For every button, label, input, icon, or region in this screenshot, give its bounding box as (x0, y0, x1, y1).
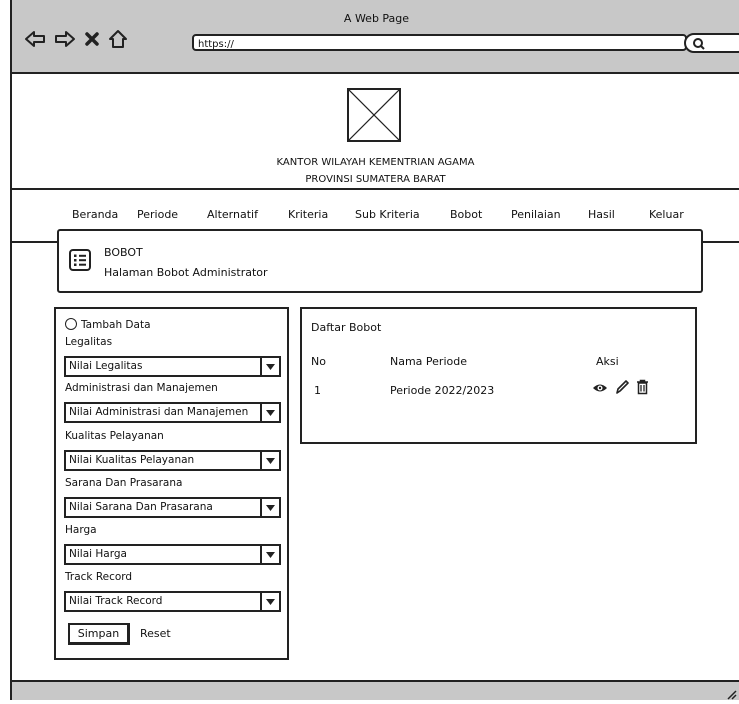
menu-divider-right (703, 241, 739, 243)
search-box[interactable] (684, 33, 739, 53)
chevron-down-icon[interactable] (260, 358, 279, 375)
home-icon[interactable] (108, 29, 128, 49)
header-divider (12, 188, 739, 190)
close-icon[interactable] (84, 31, 100, 47)
office-name-line2: PROVINSI SUMATERA BARAT (305, 174, 446, 185)
page-subtitle: Halaman Bobot Administrator (104, 266, 268, 279)
row-no: 1 (314, 384, 321, 397)
select-legalitas[interactable]: Nilai Legalitas (64, 356, 281, 377)
chevron-down-icon[interactable] (260, 593, 279, 610)
site-header: KANTOR WILAYAH KEMENTRIAN AGAMA PROVINSI… (12, 76, 739, 188)
select-value: Nilai Track Record (69, 595, 163, 607)
office-name-line1: KANTOR WILAYAH KEMENTRIAN AGAMA (276, 157, 475, 168)
select-kualitas-pelayanan[interactable]: Nilai Kualitas Pelayanan (64, 450, 281, 471)
bobot-table: Daftar Bobot No Nama Periode Aksi 1 Peri… (300, 307, 697, 444)
chevron-down-icon[interactable] (260, 499, 279, 516)
select-administrasi[interactable]: Nilai Administrasi dan Manajemen (64, 402, 281, 423)
resize-grip-icon[interactable] (725, 685, 737, 704)
page-title: BOBOT (104, 246, 143, 259)
field-label-administrasi: Administrasi dan Manajemen (65, 382, 218, 394)
field-label-kualitas-pelayanan: Kualitas Pelayanan (65, 430, 164, 442)
delete-icon[interactable] (636, 379, 649, 398)
menu-item-alternatif[interactable]: Alternatif (207, 208, 258, 221)
table-title: Daftar Bobot (311, 321, 382, 334)
add-data-label: Tambah Data (81, 319, 151, 331)
save-button[interactable]: Simpan (68, 623, 130, 645)
bobot-form: Tambah Data Legalitas Nilai Legalitas Ad… (54, 307, 289, 660)
edit-icon[interactable] (615, 379, 629, 398)
radio-icon[interactable] (65, 318, 77, 330)
column-header-aksi: Aksi (596, 355, 619, 368)
search-icon (693, 38, 705, 50)
select-track-record[interactable]: Nilai Track Record (64, 591, 281, 612)
select-harga[interactable]: Nilai Harga (64, 544, 281, 565)
add-data-option[interactable]: Tambah Data (65, 318, 151, 331)
logo-placeholder-image (347, 88, 401, 142)
select-value: Nilai Harga (69, 548, 127, 560)
column-header-no: No (311, 355, 326, 368)
list-icon (69, 249, 91, 275)
menu-item-bobot[interactable]: Bobot (450, 208, 482, 221)
chevron-down-icon[interactable] (260, 546, 279, 563)
column-header-nama-periode: Nama Periode (390, 355, 467, 368)
menu-item-keluar[interactable]: Keluar (649, 208, 684, 221)
row-periode: Periode 2022/2023 (390, 384, 495, 397)
select-sarana[interactable]: Nilai Sarana Dan Prasarana (64, 497, 281, 518)
select-value: Nilai Kualitas Pelayanan (69, 454, 195, 466)
field-label-legalitas: Legalitas (65, 336, 113, 348)
field-label-sarana: Sarana Dan Prasarana (65, 477, 183, 489)
field-label-harga: Harga (65, 524, 97, 536)
office-name: KANTOR WILAYAH KEMENTRIAN AGAMA PROVINSI… (12, 154, 739, 188)
select-value: Nilai Legalitas (69, 360, 143, 372)
menu-item-kriteria[interactable]: Kriteria (288, 208, 328, 221)
page-heading-box: BOBOT Halaman Bobot Administrator (57, 229, 703, 293)
select-value: Nilai Administrasi dan Manajemen (69, 406, 249, 418)
browser-toolbar: A Web Page https:// (10, 0, 739, 74)
menu-item-periode[interactable]: Periode (137, 208, 178, 221)
url-bar[interactable]: https:// (192, 34, 687, 51)
menu-item-penilaian[interactable]: Penilaian (511, 208, 561, 221)
view-icon[interactable] (592, 381, 608, 398)
menu-divider-left (12, 241, 57, 243)
browser-status-bar (10, 680, 739, 700)
menu-item-hasil[interactable]: Hasil (588, 208, 615, 221)
back-icon[interactable] (24, 30, 46, 48)
forward-icon[interactable] (54, 30, 76, 48)
menu-item-beranda[interactable]: Beranda (72, 208, 118, 221)
field-label-track-record: Track Record (65, 571, 133, 583)
menu-item-sub-kriteria[interactable]: Sub Kriteria (355, 208, 420, 221)
reset-button[interactable]: Reset (140, 627, 171, 640)
chevron-down-icon[interactable] (260, 452, 279, 469)
select-value: Nilai Sarana Dan Prasarana (69, 501, 213, 513)
chevron-down-icon[interactable] (260, 404, 279, 421)
window-title: A Web Page (343, 12, 410, 25)
